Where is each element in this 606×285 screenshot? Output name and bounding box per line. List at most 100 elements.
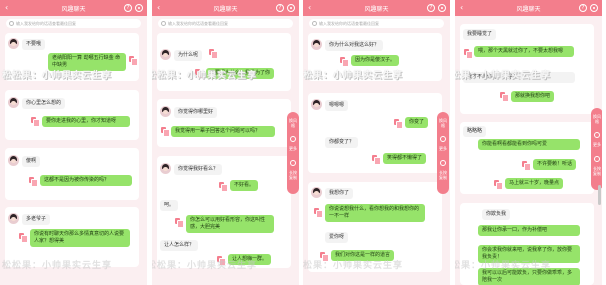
message-reply[interactable]: 因为你是傻汉子。	[351, 55, 400, 66]
watermark: 松松果：小帅果实云生享	[455, 261, 552, 271]
message-reply[interactable]: 我觉得用一辈子回答这个问题可以吗？	[171, 126, 275, 137]
rail-label[interactable]: 长按复制	[439, 170, 447, 180]
copy-icon[interactable]	[372, 155, 381, 165]
copy-icon[interactable]	[129, 56, 138, 66]
message-received: 我想你了	[325, 188, 354, 199]
message-reply[interactable]: 那就换我想你吧	[511, 91, 555, 102]
rail-label[interactable]: 换风格	[593, 114, 601, 124]
copy-icon[interactable]	[31, 117, 40, 127]
copy-icon[interactable]	[29, 177, 38, 187]
page-title: 风趣聊天	[61, 5, 86, 13]
target-icon[interactable]	[590, 4, 598, 12]
message-reply[interactable]: 要你走进我的心里，你才知道呀	[42, 116, 130, 127]
refresh-icon[interactable]	[440, 136, 446, 142]
copy-icon[interactable]	[19, 233, 28, 243]
app-header: ‹ 风趣聊天 ?	[0, 0, 147, 16]
chat-panel-1: ‹ 风趣聊天 ? 输入我发给你的话语查看最佳回复 不要哦 老纳阳阳一算 劫哪五行…	[0, 0, 149, 285]
message-received: 呵。	[160, 200, 179, 211]
target-icon[interactable]	[438, 4, 446, 12]
copy-icon[interactable]	[219, 182, 228, 192]
copy-icon[interactable]	[340, 57, 349, 67]
help-icon[interactable]: ?	[427, 4, 435, 12]
copy-icon[interactable]	[314, 208, 323, 218]
rail-label[interactable]: 更多	[439, 146, 447, 151]
back-icon[interactable]: ‹	[460, 3, 463, 12]
back-icon[interactable]: ‹	[157, 3, 160, 12]
message-reply[interactable]: 你怎么可以用好看形容，你这叫性感，大胆完美	[186, 215, 274, 233]
refresh-icon[interactable]	[594, 132, 600, 138]
watermark: 松松果：小帅果实云生享	[303, 71, 404, 81]
app-header: ‹ 风趣聊天 ?	[152, 0, 299, 16]
copy-icon[interactable]	[161, 127, 170, 137]
copy-mode-icon[interactable]	[440, 160, 446, 166]
rail-label[interactable]: 长按复制	[593, 166, 601, 176]
copy-icon[interactable]	[522, 161, 531, 171]
message-reply[interactable]: 笑得都不懒得了	[383, 153, 427, 164]
message-received: 我要睡觉了	[463, 29, 497, 40]
rail-label[interactable]: 更多	[593, 142, 601, 147]
help-icon[interactable]: ?	[124, 4, 132, 12]
avatar	[160, 163, 171, 174]
message-received: 你觉得你哪里好	[174, 107, 218, 118]
back-icon[interactable]: ‹	[308, 3, 311, 12]
search-input[interactable]: 输入我发给你的话语查看最佳回复	[309, 19, 444, 28]
avatar	[8, 155, 19, 166]
avatar	[160, 49, 171, 60]
copy-icon[interactable]	[464, 49, 473, 59]
message-reply[interactable]: 不许要赖！听话	[533, 159, 577, 170]
target-icon[interactable]	[287, 4, 295, 12]
copy-mode-icon[interactable]	[594, 156, 600, 162]
message-received: 傻啊	[22, 156, 41, 167]
message-reply[interactable]: 你变了	[405, 117, 429, 128]
message-received: 嗯嗯嗯	[325, 100, 349, 111]
avatar	[311, 187, 322, 198]
copy-icon[interactable]	[494, 180, 503, 190]
side-action-rail: 换风格 更多 长按复制	[437, 112, 449, 194]
message-received: 你心里怎么想的	[22, 98, 66, 109]
copy-icon[interactable]	[394, 119, 403, 129]
rail-label[interactable]: 长按复制	[289, 170, 297, 180]
reply-card: 傻啊 这都不是因为被你传染的吗？	[5, 148, 139, 200]
avatar	[160, 106, 171, 117]
help-icon[interactable]: ?	[276, 4, 284, 12]
message-received: 爱你呀	[325, 232, 349, 243]
page-title: 风趣聊天	[516, 5, 541, 13]
reply-card: 你觉得你哪里好 我觉得用一辈子回答这个问题可以吗？	[157, 99, 291, 147]
search-icon	[161, 21, 166, 26]
copy-mode-icon[interactable]	[290, 160, 296, 166]
message-reply[interactable]: 那我让你承一口，作为补偿吧	[478, 225, 580, 236]
message-reply[interactable]: 你能看啊看都能看到你吗可爱	[478, 139, 580, 150]
rail-label[interactable]: 换风格	[439, 118, 447, 128]
page-title: 风趣聊天	[364, 5, 389, 13]
copy-icon[interactable]	[175, 218, 184, 228]
rail-label[interactable]: 换风格	[289, 118, 297, 128]
message-received: 让人怎么样？	[160, 240, 199, 251]
message-received: 略略略	[463, 126, 487, 137]
scrollbar[interactable]	[598, 185, 601, 205]
message-received: 你为什么对我这么好？	[325, 40, 384, 51]
copy-icon[interactable]	[209, 49, 218, 59]
target-icon[interactable]	[135, 4, 143, 12]
message-reply[interactable]: 这都不是因为被你传染的吗？	[40, 175, 132, 186]
side-action-rail: 换风格 更多 长按复制	[591, 108, 602, 190]
message-reply[interactable]: 马上就三十岁，晚量点	[505, 178, 564, 189]
help-icon[interactable]: ?	[579, 4, 587, 12]
avatar	[8, 38, 19, 49]
refresh-icon[interactable]	[290, 136, 296, 142]
message-reply[interactable]: 喂，那个天黑就过你了，不要太想我嗯	[474, 46, 574, 57]
watermark: 松松果：小帅果实云生享	[2, 261, 113, 271]
message-reply[interactable]: 你说有时聊天你那么多情真意切的人说要人家？想得美	[30, 229, 130, 247]
search-input[interactable]: 输入我发给你的话语查看最佳回复	[158, 19, 293, 28]
chat-panel-3: ‹ 风趣聊天 ? 输入我发给你的话语查看最佳回复 你为什么对我这么好？ 因为你是…	[303, 0, 452, 285]
app-header: ‹ 风趣聊天 ?	[303, 0, 450, 16]
message-reply[interactable]: 不好看。	[230, 180, 259, 191]
copy-icon[interactable]	[500, 92, 509, 102]
rail-label[interactable]: 更多	[289, 146, 297, 151]
back-icon[interactable]: ‹	[5, 3, 8, 12]
reply-card: 你欺负我 那我让你承一口，作为补偿吧 你会求我你就来吧，说我拿了你，放你要我负责…	[460, 203, 594, 285]
message-reply[interactable]: 你说说想我什么，看你想我的和我想你的一不一样	[325, 204, 425, 222]
reply-card: 嗯嗯嗯 你变了 你都变了？ 笑得都不懒得了	[308, 93, 442, 173]
search-input[interactable]: 输入我发给你的话语查看最佳回复	[6, 19, 141, 28]
watermark: 松松果：小帅果实云生享	[152, 71, 258, 81]
chat-panel-2: ‹ 风趣聊天 ? 输入我发给你的话语查看最佳回复 为什么呢 不要问为什么，我是为…	[152, 0, 301, 285]
